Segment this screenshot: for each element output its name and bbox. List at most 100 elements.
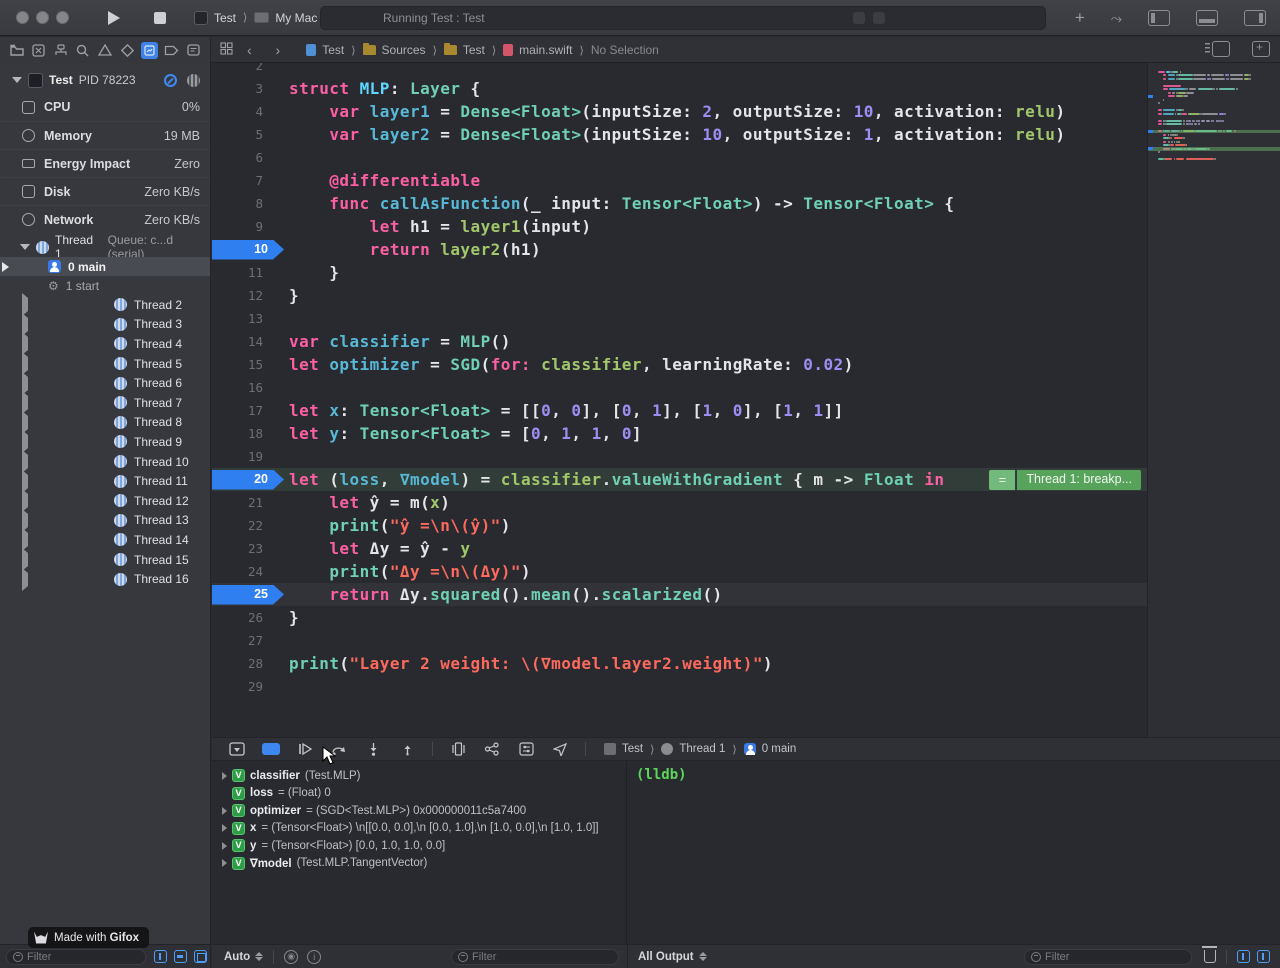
code-line-4[interactable]: 4 var layer1 = Dense<Float>(inputSize: 2… xyxy=(212,100,1147,123)
thread-row-Thread-3[interactable]: Thread 3 xyxy=(0,315,210,335)
continue-icon[interactable] xyxy=(296,741,314,757)
code-line-18[interactable]: 18let y: Tensor<Float> = [0, 1, 1, 0] xyxy=(212,422,1147,445)
gauge-row-disk[interactable]: DiskZero KB/s xyxy=(0,177,210,205)
code-line-3[interactable]: 3struct MLP: Layer { xyxy=(212,77,1147,100)
debug-breadcrumb-item[interactable]: Test xyxy=(622,743,643,755)
thread-row-Thread-2[interactable]: Thread 2 xyxy=(0,295,210,315)
simulate-location-icon[interactable] xyxy=(551,741,569,757)
variable-row-optimizer[interactable]: Voptimizer= (SGD<Test.MLP>) 0x000000011c… xyxy=(212,802,626,820)
disclosure-closed-icon[interactable] xyxy=(222,772,227,780)
variable-row-y[interactable]: Vy= (Tensor<Float>) [0.0, 1.0, 1.0, 0.0] xyxy=(212,837,626,855)
console-output-select[interactable]: All Output xyxy=(638,951,694,963)
breakpoint-badge[interactable]: 25 xyxy=(212,585,284,605)
gauge-row-network[interactable]: NetworkZero KB/s xyxy=(0,205,210,233)
code-line-21[interactable]: 21 let ŷ = m(x) xyxy=(212,491,1147,514)
quicklook-eye-icon[interactable]: ◉ xyxy=(284,950,298,964)
breakpoint-annotation[interactable]: =Thread 1: breakp... xyxy=(989,470,1141,490)
minimap[interactable] xyxy=(1147,63,1280,737)
code-line-27[interactable]: 27 xyxy=(212,629,1147,652)
thread-row-Thread-12[interactable]: Thread 12 xyxy=(0,491,210,511)
profile-icon[interactable] xyxy=(164,74,177,87)
close-button[interactable] xyxy=(16,11,29,24)
history-back-forward[interactable]: ‹ › xyxy=(247,42,290,58)
variable-row-classifier[interactable]: Vclassifier(Test.MLP) xyxy=(212,767,626,785)
thread-row-Thread-8[interactable]: Thread 8 xyxy=(0,413,210,433)
variable-row-∇model[interactable]: V∇model(Test.MLP.TangentVector) xyxy=(212,855,626,873)
scheme-destination[interactable]: My Mac xyxy=(275,11,317,25)
code-line-10[interactable]: 10 return layer2(h1) xyxy=(212,238,1147,261)
code-line-6[interactable]: 6 xyxy=(212,146,1147,169)
stop-button[interactable] xyxy=(152,12,168,24)
toggle-navigator-icon[interactable] xyxy=(1148,10,1170,26)
code-line-5[interactable]: 5 var layer2 = Dense<Float>(inputSize: 1… xyxy=(212,123,1147,146)
code-line-2[interactable]: 2 xyxy=(212,63,1147,77)
thread-view-icon[interactable] xyxy=(187,74,200,87)
hide-debug-area-icon[interactable] xyxy=(228,741,246,757)
environment-overrides-icon[interactable] xyxy=(517,741,535,757)
gauge-row-cpu[interactable]: CPU0% xyxy=(0,93,210,121)
code-line-7[interactable]: 7 @differentiable xyxy=(212,169,1147,192)
console-filter-input[interactable] xyxy=(1045,951,1185,963)
memory-graph-icon[interactable] xyxy=(483,741,501,757)
issue-navigator-icon[interactable] xyxy=(97,42,114,59)
breakpoint-badge[interactable]: 10 xyxy=(212,240,284,260)
disclosure-open-icon[interactable] xyxy=(12,77,22,83)
disclosure-closed-icon[interactable] xyxy=(222,807,227,815)
thread-row-Thread-7[interactable]: Thread 7 xyxy=(0,393,210,413)
code-line-20[interactable]: 20let (loss, ∇model) = classifier.valueW… xyxy=(212,468,1147,491)
variables-filter-field[interactable] xyxy=(451,949,619,965)
breakpoints-toggle-icon[interactable] xyxy=(262,741,280,757)
thread-row-Thread-9[interactable]: Thread 9 xyxy=(0,432,210,452)
code-line-23[interactable]: 23 let Δy = ŷ - y xyxy=(212,537,1147,560)
variable-row-x[interactable]: Vx= (Tensor<Float>) \n[[0.0, 0.0],\n [0.… xyxy=(212,820,626,838)
breadcrumb-item[interactable]: Test xyxy=(322,43,344,57)
source-editor[interactable]: 23struct MLP: Layer {4 var layer1 = Dens… xyxy=(212,63,1280,737)
navigator-filter-field[interactable] xyxy=(6,949,146,965)
scheme-selector[interactable]: Test ⟩ My Mac xyxy=(194,11,317,25)
code-line-19[interactable]: 19 xyxy=(212,445,1147,468)
debug-breadcrumb-item[interactable]: Thread 1 xyxy=(679,743,725,755)
minimize-button[interactable] xyxy=(36,11,49,24)
step-out-icon[interactable] xyxy=(398,741,416,757)
debug-navigator-icon[interactable] xyxy=(141,42,158,59)
editor-mode-icon[interactable]: ⤳ xyxy=(1111,10,1122,27)
disclosure-closed-icon[interactable] xyxy=(222,824,227,832)
code-line-28[interactable]: 28print("Layer 2 weight: \(∇model.layer2… xyxy=(212,652,1147,675)
code-line-9[interactable]: 9 let h1 = layer1(input) xyxy=(212,215,1147,238)
variables-view[interactable]: Vclassifier(Test.MLP)Vloss= (Float) 0Vop… xyxy=(212,761,627,944)
breakpoint-navigator-icon[interactable] xyxy=(163,42,180,59)
disclosure-closed-icon[interactable] xyxy=(222,859,227,867)
thread-row-Thread-10[interactable]: Thread 10 xyxy=(0,452,210,472)
scheme-project[interactable]: Test xyxy=(214,11,236,25)
toggle-variables-pane-icon[interactable] xyxy=(1237,950,1250,963)
show-crashed-icon[interactable] xyxy=(194,950,207,963)
related-items-icon[interactable] xyxy=(220,42,233,58)
gauge-row-energy-impact[interactable]: Energy ImpactZero xyxy=(0,149,210,177)
editor-options-icon[interactable] xyxy=(1212,41,1230,57)
toggle-console-pane-icon[interactable] xyxy=(1257,950,1270,963)
code-line-15[interactable]: 15let optimizer = SGD(for: classifier, l… xyxy=(212,353,1147,376)
variables-filter-input[interactable] xyxy=(472,951,612,963)
zoom-button[interactable] xyxy=(56,11,69,24)
thread-row-Thread-5[interactable]: Thread 5 xyxy=(0,354,210,374)
code-line-29[interactable]: 29 xyxy=(212,675,1147,698)
toggle-debug-area-icon[interactable] xyxy=(1196,10,1218,26)
gauge-row-memory[interactable]: Memory19 MB xyxy=(0,121,210,149)
clear-console-icon[interactable] xyxy=(1204,950,1216,963)
code-line-24[interactable]: 24 print("Δy =\n\(Δy)") xyxy=(212,560,1147,583)
breakpoint-badge[interactable]: 20 xyxy=(212,470,284,490)
step-into-icon[interactable] xyxy=(364,741,382,757)
code-line-22[interactable]: 22 print("ŷ =\n\(ŷ)") xyxy=(212,514,1147,537)
disclosure-open-icon[interactable] xyxy=(20,244,30,250)
disclosure-closed-icon[interactable] xyxy=(22,568,105,591)
disclosure-closed-icon[interactable] xyxy=(222,842,227,850)
thread-row-Thread-14[interactable]: Thread 14 xyxy=(0,530,210,550)
debug-breadcrumb-item[interactable]: 0 main xyxy=(762,743,797,755)
breadcrumb-item[interactable]: Sources xyxy=(382,43,426,57)
thread-row-Thread-15[interactable]: Thread 15 xyxy=(0,550,210,570)
project-navigator-icon[interactable] xyxy=(8,42,25,59)
code-line-14[interactable]: 14var classifier = MLP() xyxy=(212,330,1147,353)
stack-frame-0-main[interactable]: 0 main xyxy=(0,257,210,276)
run-button[interactable] xyxy=(106,11,122,25)
show-running-icon[interactable] xyxy=(154,950,167,963)
